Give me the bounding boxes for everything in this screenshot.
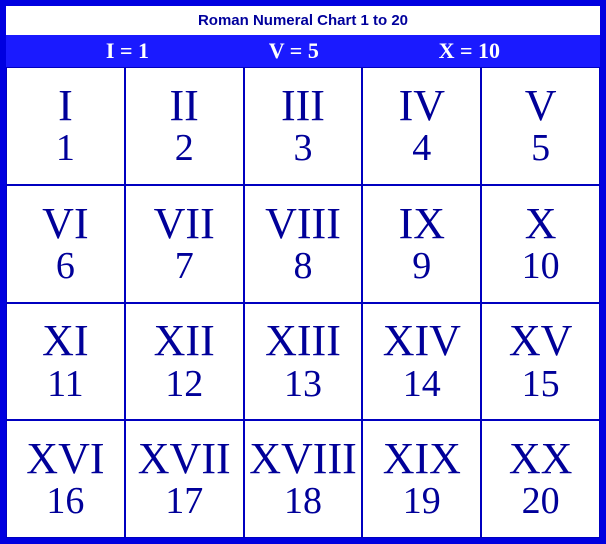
grid-cell: XIII13	[244, 303, 363, 421]
legend-item: I = 1	[106, 38, 149, 64]
arabic-numeral: 20	[522, 482, 560, 522]
legend-bar: I = 1 V = 5 X = 10	[6, 35, 600, 67]
roman-numeral: XIII	[265, 318, 341, 364]
grid-cell: I1	[6, 67, 125, 185]
arabic-numeral: 5	[531, 129, 550, 169]
grid-cell: XVII17	[125, 420, 244, 538]
roman-numeral: XVIII	[249, 436, 357, 482]
chart-container: Roman Numeral Chart 1 to 20 I = 1 V = 5 …	[0, 0, 606, 544]
legend-item: X = 10	[439, 38, 500, 64]
roman-numeral: X	[525, 201, 557, 247]
chart-title: Roman Numeral Chart 1 to 20	[6, 6, 600, 35]
numeral-grid: I1 II2 III3 IV4 V5 VI6 VII7 VIII8 IX9 X1…	[6, 67, 600, 538]
roman-numeral: VIII	[265, 201, 341, 247]
arabic-numeral: 4	[412, 129, 431, 169]
arabic-numeral: 14	[403, 365, 441, 405]
grid-cell: IX9	[362, 185, 481, 303]
grid-cell: IV4	[362, 67, 481, 185]
roman-numeral: XX	[509, 436, 573, 482]
roman-numeral: IX	[399, 201, 445, 247]
grid-cell: XII12	[125, 303, 244, 421]
grid-cell: X10	[481, 185, 600, 303]
roman-numeral: XIV	[383, 318, 461, 364]
roman-numeral: III	[281, 83, 325, 129]
arabic-numeral: 17	[165, 482, 203, 522]
roman-numeral: XIX	[383, 436, 461, 482]
arabic-numeral: 12	[165, 365, 203, 405]
roman-numeral: VI	[42, 201, 88, 247]
roman-numeral: XI	[42, 318, 88, 364]
grid-cell: VII7	[125, 185, 244, 303]
roman-numeral: II	[170, 83, 199, 129]
grid-cell: XIX19	[362, 420, 481, 538]
grid-cell: XVIII18	[244, 420, 363, 538]
arabic-numeral: 7	[175, 247, 194, 287]
arabic-numeral: 2	[175, 129, 194, 169]
arabic-numeral: 11	[47, 365, 84, 405]
roman-numeral: I	[58, 83, 73, 129]
roman-numeral: XII	[154, 318, 215, 364]
arabic-numeral: 15	[522, 365, 560, 405]
grid-cell: XX20	[481, 420, 600, 538]
arabic-numeral: 16	[46, 482, 84, 522]
roman-numeral: IV	[399, 83, 445, 129]
grid-cell: XV15	[481, 303, 600, 421]
grid-cell: XVI16	[6, 420, 125, 538]
roman-numeral: VII	[154, 201, 215, 247]
legend-item: V = 5	[269, 38, 319, 64]
arabic-numeral: 9	[412, 247, 431, 287]
arabic-numeral: 19	[403, 482, 441, 522]
roman-numeral: V	[525, 83, 557, 129]
grid-cell: VI6	[6, 185, 125, 303]
arabic-numeral: 3	[293, 129, 312, 169]
arabic-numeral: 1	[56, 129, 75, 169]
grid-cell: V5	[481, 67, 600, 185]
arabic-numeral: 13	[284, 365, 322, 405]
grid-cell: XI11	[6, 303, 125, 421]
roman-numeral: XVI	[26, 436, 104, 482]
arabic-numeral: 6	[56, 247, 75, 287]
arabic-numeral: 10	[522, 247, 560, 287]
grid-cell: XIV14	[362, 303, 481, 421]
grid-cell: III3	[244, 67, 363, 185]
arabic-numeral: 18	[284, 482, 322, 522]
grid-cell: II2	[125, 67, 244, 185]
grid-cell: VIII8	[244, 185, 363, 303]
roman-numeral: XVII	[138, 436, 231, 482]
arabic-numeral: 8	[293, 247, 312, 287]
roman-numeral: XV	[509, 318, 573, 364]
